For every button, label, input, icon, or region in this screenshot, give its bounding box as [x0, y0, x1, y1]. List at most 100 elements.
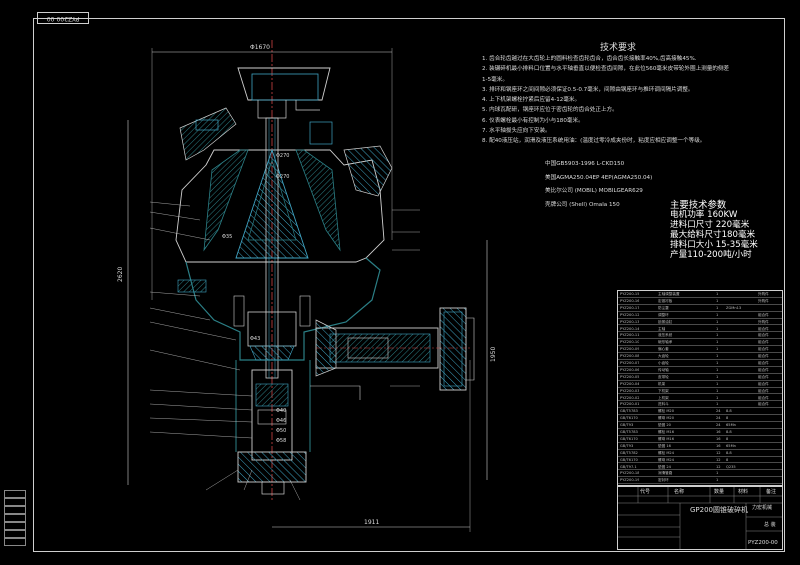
- dim-d6: Φ46: [276, 418, 286, 424]
- cell-qty: 24: [716, 416, 721, 421]
- table-row: PYZ200-06 传动轴 1 组合件: [618, 367, 782, 374]
- cell-qty: 24: [716, 423, 721, 428]
- company-name: 力宏机械: [752, 505, 773, 511]
- cell-code: GB/T6170: [620, 436, 638, 441]
- cell-code: PYZ200-02: [620, 395, 640, 400]
- table-row: PYZ200-08 大齿轮 1 组合件: [618, 353, 782, 360]
- cell-name: 螺栓 M16: [658, 430, 675, 434]
- cell-note: 组合件: [758, 374, 769, 379]
- dim-d1: Φ270: [276, 153, 289, 159]
- cell-name: 防尘罩: [658, 305, 669, 310]
- cell-qty: 1: [716, 326, 719, 331]
- cell-note: 组合件: [758, 347, 769, 352]
- cell-code: GB/T97.1: [620, 464, 637, 469]
- table-row: GB/T5783 螺栓 M20 24 8.8: [618, 408, 782, 416]
- table-row: PYZ200-05 皮带轮 1 组合件: [618, 374, 782, 381]
- cell-qty: 16: [716, 436, 721, 441]
- cell-name: 螺栓 M20: [658, 409, 675, 414]
- tech-item: 2. 装碾碎机最小排料口位置与水平轴垂直以便检查齿间隙，在此位560毫米皮带轮外…: [482, 66, 730, 73]
- cell-qty: 1: [716, 298, 719, 303]
- dim-top-width: Φ1670: [250, 44, 270, 51]
- cell-code: PYZ200-12: [620, 312, 640, 317]
- cell-name: 小齿轮: [658, 361, 669, 365]
- cell-mat: 8.8: [726, 409, 732, 414]
- table-row: PYZ200-16 定锥衬板 1 外购件: [618, 298, 782, 305]
- tech-requirements-list: 1. 齿合轮齿越过在大齿轮上的圆料检查齿轮齿合，齿合齿长接触率40%,齿高接触4…: [482, 54, 782, 147]
- cell-name: 进料斗: [658, 402, 669, 407]
- cell-mat: 8: [726, 416, 729, 421]
- cell-code: PYZ200-03: [620, 388, 640, 393]
- cell-name: 垫圈 16: [658, 443, 671, 448]
- cell-mat: 65Mn: [726, 443, 736, 448]
- cell-name: 润滑管路: [658, 471, 673, 476]
- cell-note: 组合件: [758, 333, 769, 338]
- cell-note: 组合件: [758, 354, 769, 359]
- table-row: PYZ200-17 防尘罩 1 ZGMn13: [618, 305, 782, 312]
- main-parameters: 主要技术参数 电机功率 160KW 进料口尺寸 220毫米 最大给料尺寸180毫…: [670, 201, 758, 260]
- cell-note: 外购件: [758, 319, 769, 324]
- table-row: PYZ200-12 调整环 1 组合件: [618, 312, 782, 319]
- standard-line: 美比尔公司 (MOBIL) MOBILGEAR629: [545, 188, 643, 194]
- tech-requirements-title: 技术要求: [600, 43, 637, 53]
- cell-name: 下机架: [658, 388, 669, 393]
- pinion-gear: [315, 319, 337, 377]
- dim-d7: Φ50: [276, 428, 286, 434]
- table-row: PYZ200-19 密封环 1: [618, 477, 782, 485]
- cell-qty: 1: [716, 340, 719, 345]
- cell-qty: 1: [716, 381, 719, 386]
- cell-code: PYZ200-13: [620, 319, 640, 324]
- table-row: PYZ200-02 上机架 1 组合件: [618, 395, 782, 402]
- concave-right: [295, 149, 341, 252]
- table-row: PYZ200-11 液压系统 1 组合件: [618, 332, 782, 340]
- dim-height-total: 2620: [117, 267, 124, 282]
- cell-name: 螺栓 M24: [658, 450, 675, 455]
- cell-code: GB/T93: [620, 443, 634, 448]
- cell-code: PYZ200-10: [620, 340, 640, 345]
- adjust-ring-right: [343, 145, 393, 197]
- table-row: GB/T93 垫圈 20 24 65Mn: [618, 422, 782, 429]
- tech-item: 3. 排环和钢座环之间间隙必须保证0.5-0.7毫米，间隙由钢座环与推环调间隔片…: [482, 86, 694, 93]
- cell-note: 组合件: [758, 402, 769, 407]
- cell-qty: 1: [716, 361, 719, 365]
- cell-code: GB/T6170: [620, 416, 638, 421]
- cell-code: GB/T6170: [620, 457, 638, 462]
- cell-note: 组合件: [758, 326, 769, 331]
- table-row: PYZ200-14 主轴 1 组合件: [618, 326, 782, 333]
- cell-code: PYZ200-01: [620, 402, 640, 407]
- cell-mat: 8: [726, 436, 729, 441]
- table-row: GB/T6170 螺母 M24 12 8: [618, 457, 782, 464]
- cell-name: 螺母 M20: [658, 416, 675, 421]
- cell-qty: 1: [716, 292, 719, 296]
- cell-note: 组合件: [758, 381, 769, 386]
- cell-mat: 65Mn: [726, 423, 736, 428]
- lubricant-standards: 中国GB5903-1996 L-CKD150 美国AGMA250.04EP 4E…: [545, 158, 652, 212]
- dim-d5: Φ40: [276, 408, 286, 414]
- standard-line: 壳牌公司 (Shell) Omala 150: [545, 201, 620, 208]
- cell-note: 组合件: [758, 361, 769, 365]
- tech-item: 8. 配40液压站，润滑及液压系统用油：(温度过零冷成夹份时，粘度应相应调整一个…: [482, 138, 706, 145]
- cell-name: 皮带轮: [658, 374, 669, 379]
- table-row: GB/T6170 螺母 M20 24 8: [618, 415, 782, 423]
- cell-qty: 1: [716, 395, 719, 400]
- cell-mat: 8: [726, 457, 729, 462]
- cell-qty: 1: [716, 374, 719, 379]
- cell-code: PYZ200-05: [620, 374, 640, 379]
- cell-note: 组合件: [758, 340, 769, 345]
- cell-note: 组合件: [758, 395, 769, 400]
- mantle: [235, 148, 309, 259]
- adjust-ring-left: [179, 107, 237, 161]
- cell-note: 组合件: [758, 367, 769, 372]
- tech-item: 1. 齿合轮齿越过在大齿轮上的圆料检查齿轮齿合，齿合齿长接触率40%,齿高接触4…: [482, 56, 697, 62]
- dim-d4: Φ43: [250, 336, 260, 342]
- dim-d3: Φ35: [222, 234, 232, 240]
- cell-qty: 16: [716, 443, 721, 448]
- cell-code: GB/T93: [620, 423, 634, 428]
- cell-qty: 1: [716, 354, 719, 359]
- cell-code: PYZ200-17: [620, 305, 640, 310]
- cell-qty: 1: [716, 333, 719, 338]
- cell-mat: 8.8: [726, 450, 732, 455]
- cell-note: 外购件: [758, 292, 769, 296]
- table-row: GB/T6170 螺母 M16 16 8: [618, 436, 782, 443]
- table-row: PYZ200-15 主轴调整装置 1 外购件: [618, 291, 782, 298]
- cell-name: 偏心套: [658, 347, 669, 352]
